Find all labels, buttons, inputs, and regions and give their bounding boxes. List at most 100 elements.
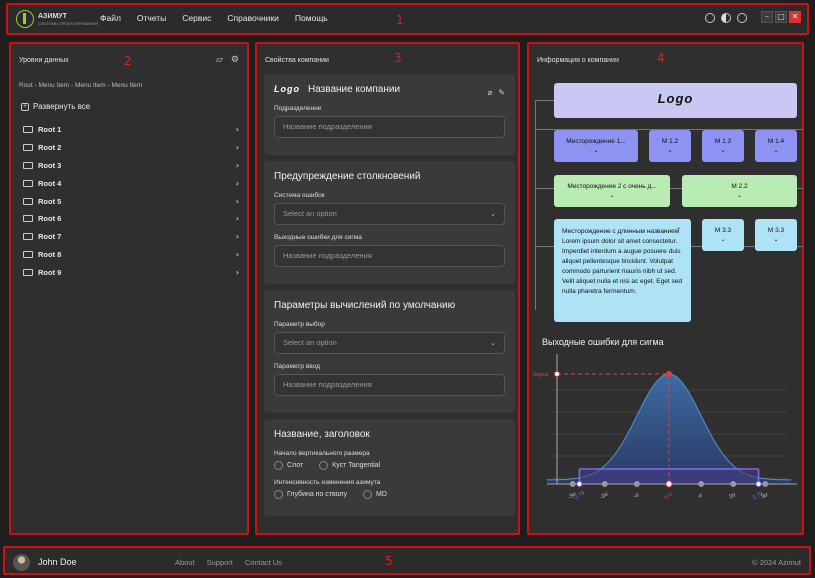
- data-levels-panel: Уровни данных 2 ▱ ⚙ Root - Menu Item - M…: [9, 42, 249, 535]
- org-node-m33b[interactable]: M 3.3 ⌄: [755, 219, 797, 251]
- tree-item-root-9[interactable]: Root 9 ›: [23, 263, 239, 281]
- company-logo: Logo: [657, 91, 694, 106]
- org-node-field-2[interactable]: Месторождение 2 с очень д... ⌄: [554, 175, 670, 207]
- radio-label: Слот: [287, 462, 304, 469]
- logo-mark-icon: [16, 10, 34, 28]
- org-node-field-1[interactable]: Месторождение 1... ⌄: [554, 130, 638, 162]
- radio-slot[interactable]: Слот: [274, 461, 303, 470]
- org-node-m22[interactable]: M 2.2 ⌄: [682, 175, 797, 207]
- contrast-icon[interactable]: [721, 13, 731, 23]
- company-card: Logo Название компании ⌀ ✎ Подразделение …: [264, 74, 515, 155]
- chevron-right-icon: ›: [235, 143, 239, 153]
- radio-circle-icon: [274, 461, 283, 470]
- field-label: Начало вертикального размера: [274, 450, 370, 457]
- expand-all-label: Развернуть все: [33, 102, 91, 111]
- panel-title: Свойства компании: [265, 57, 329, 64]
- sigma-errors-input[interactable]: Название подразделения: [274, 245, 505, 267]
- sigma-chart: Sigma-3σ-2.79 -2σ -σ σ/σ σ 2σ 2.793σ: [533, 354, 797, 502]
- chevron-right-icon: ›: [235, 196, 239, 206]
- menu-file[interactable]: Файл: [100, 13, 121, 23]
- edit-icon[interactable]: ✎: [498, 88, 505, 97]
- menu-service[interactable]: Сервис: [182, 13, 211, 23]
- footer-link-about[interactable]: About: [175, 558, 195, 567]
- org-node-label: Месторождение с длинным названием Lorem …: [562, 228, 682, 295]
- org-node-m12[interactable]: M 1.2 ⌄: [649, 130, 691, 162]
- menu-references[interactable]: Справочники: [227, 13, 279, 23]
- folder-icon: [23, 268, 33, 276]
- chevron-down-icon: ⌄: [676, 224, 682, 231]
- app-footer: John Doe About Support Contact Us 5 © 20…: [3, 546, 811, 575]
- tree-item-root-5[interactable]: Root 5 ›: [23, 192, 239, 210]
- org-node-m33a[interactable]: M 3.3 ⌄: [702, 219, 744, 251]
- tree-item-label: Root 4: [38, 178, 62, 188]
- peak-point: [666, 371, 672, 377]
- vertical-start-radio-group: Слот Куст Tangential: [274, 461, 505, 470]
- chevron-right-icon: ›: [235, 249, 239, 259]
- minimize-button[interactable]: –: [761, 11, 773, 23]
- radio-depth[interactable]: Глубина по стволу: [274, 490, 347, 499]
- select-value: Select an option: [283, 209, 337, 218]
- title-card: Название, заголовок Начало вертикального…: [264, 419, 515, 516]
- footer-link-support[interactable]: Support: [207, 558, 233, 567]
- menu-help[interactable]: Помощь: [295, 13, 328, 23]
- folder-icon: [23, 197, 33, 205]
- properties-scroll[interactable]: Logo Название компании ⌀ ✎ Подразделение …: [264, 74, 515, 533]
- param-select[interactable]: Select an option ⌄: [274, 332, 505, 354]
- x-tick-label: σ/σ: [663, 491, 674, 501]
- radio-md[interactable]: MD: [362, 490, 387, 499]
- param-input[interactable]: Название подразделения: [274, 374, 505, 396]
- close-button[interactable]: ✕: [789, 11, 801, 23]
- region-label-2: 2: [124, 54, 132, 68]
- error-system-select[interactable]: Select an option ⌄: [274, 203, 505, 225]
- org-node-field-long[interactable]: Месторождение с длинным названием Lorem …: [554, 219, 691, 322]
- chevron-down-icon: ⌄: [720, 147, 726, 154]
- chevron-right-icon: ›: [235, 125, 239, 135]
- field-label: Параметр ввод: [274, 363, 320, 370]
- region-label-1: 1: [396, 13, 404, 27]
- folder-icon: [23, 215, 33, 223]
- logo-text: АЗИМУТ: [38, 12, 67, 20]
- field-label: Подразделение: [274, 105, 322, 112]
- footer-link-contact[interactable]: Contact Us: [245, 558, 282, 567]
- tree-item-label: Root 7: [38, 232, 62, 242]
- center-point: [665, 480, 673, 488]
- region-label-5: 5: [385, 554, 393, 568]
- chevron-right-icon: ›: [235, 178, 239, 188]
- radio-tangential[interactable]: Куст Tangential: [319, 461, 380, 470]
- tree-item-root-4[interactable]: Root 4 ›: [23, 174, 239, 192]
- x-tick-label: -σ: [633, 492, 641, 500]
- org-node-m14[interactable]: M 1.4 ⌄: [755, 130, 797, 162]
- tree-item-root-2[interactable]: Root 2 ›: [23, 139, 239, 157]
- attach-icon[interactable]: ⌀: [487, 88, 492, 97]
- folder-open-icon[interactable]: ▱: [216, 55, 223, 65]
- company-properties-panel: Свойства компании 3 Logo Название компани…: [255, 42, 520, 535]
- copyright: © 2024 Azimut: [752, 558, 801, 567]
- region-label-3: 3: [394, 51, 402, 65]
- menu-reports[interactable]: Отчеты: [137, 13, 166, 23]
- org-node-m13[interactable]: M 1.3 ⌄: [702, 130, 744, 162]
- department-input[interactable]: Название подразделения: [274, 116, 505, 138]
- card-title: Название, заголовок: [274, 429, 370, 440]
- maximize-button[interactable]: □: [775, 11, 787, 23]
- breadcrumb[interactable]: Root - Menu Item - Menu Item - Menu Item: [19, 82, 142, 89]
- app-logo[interactable]: АЗИМУТ СИСТЕМЫ ПРОЕКТИРОВАНИЯ: [16, 10, 98, 28]
- tree-item-root-8[interactable]: Root 8 ›: [23, 246, 239, 264]
- tree-item-root-1[interactable]: Root 1 ›: [23, 121, 239, 139]
- chart-title: Выходные ошибки для сигма: [542, 337, 664, 347]
- footer-links: About Support Contact Us: [175, 558, 282, 567]
- user-icon[interactable]: [705, 13, 715, 23]
- tree-item-root-6[interactable]: Root 6 ›: [23, 210, 239, 228]
- org-node-root[interactable]: Logo: [554, 83, 797, 118]
- tree-item-root-7[interactable]: Root 7 ›: [23, 228, 239, 246]
- globe-icon[interactable]: [737, 13, 747, 23]
- tree-item-root-3[interactable]: Root 3 ›: [23, 157, 239, 175]
- chevron-right-icon: ›: [235, 232, 239, 242]
- settings-icon[interactable]: ⚙: [231, 55, 239, 65]
- avatar[interactable]: [13, 554, 30, 571]
- org-node-label: M 2.2: [731, 183, 748, 190]
- header-icons: [705, 13, 747, 23]
- radio-circle-icon: [362, 490, 372, 499]
- radio-circle-icon: [274, 490, 283, 499]
- chevron-down-icon: ⌄: [773, 147, 779, 154]
- expand-all-button[interactable]: + Развернуть все: [21, 102, 90, 111]
